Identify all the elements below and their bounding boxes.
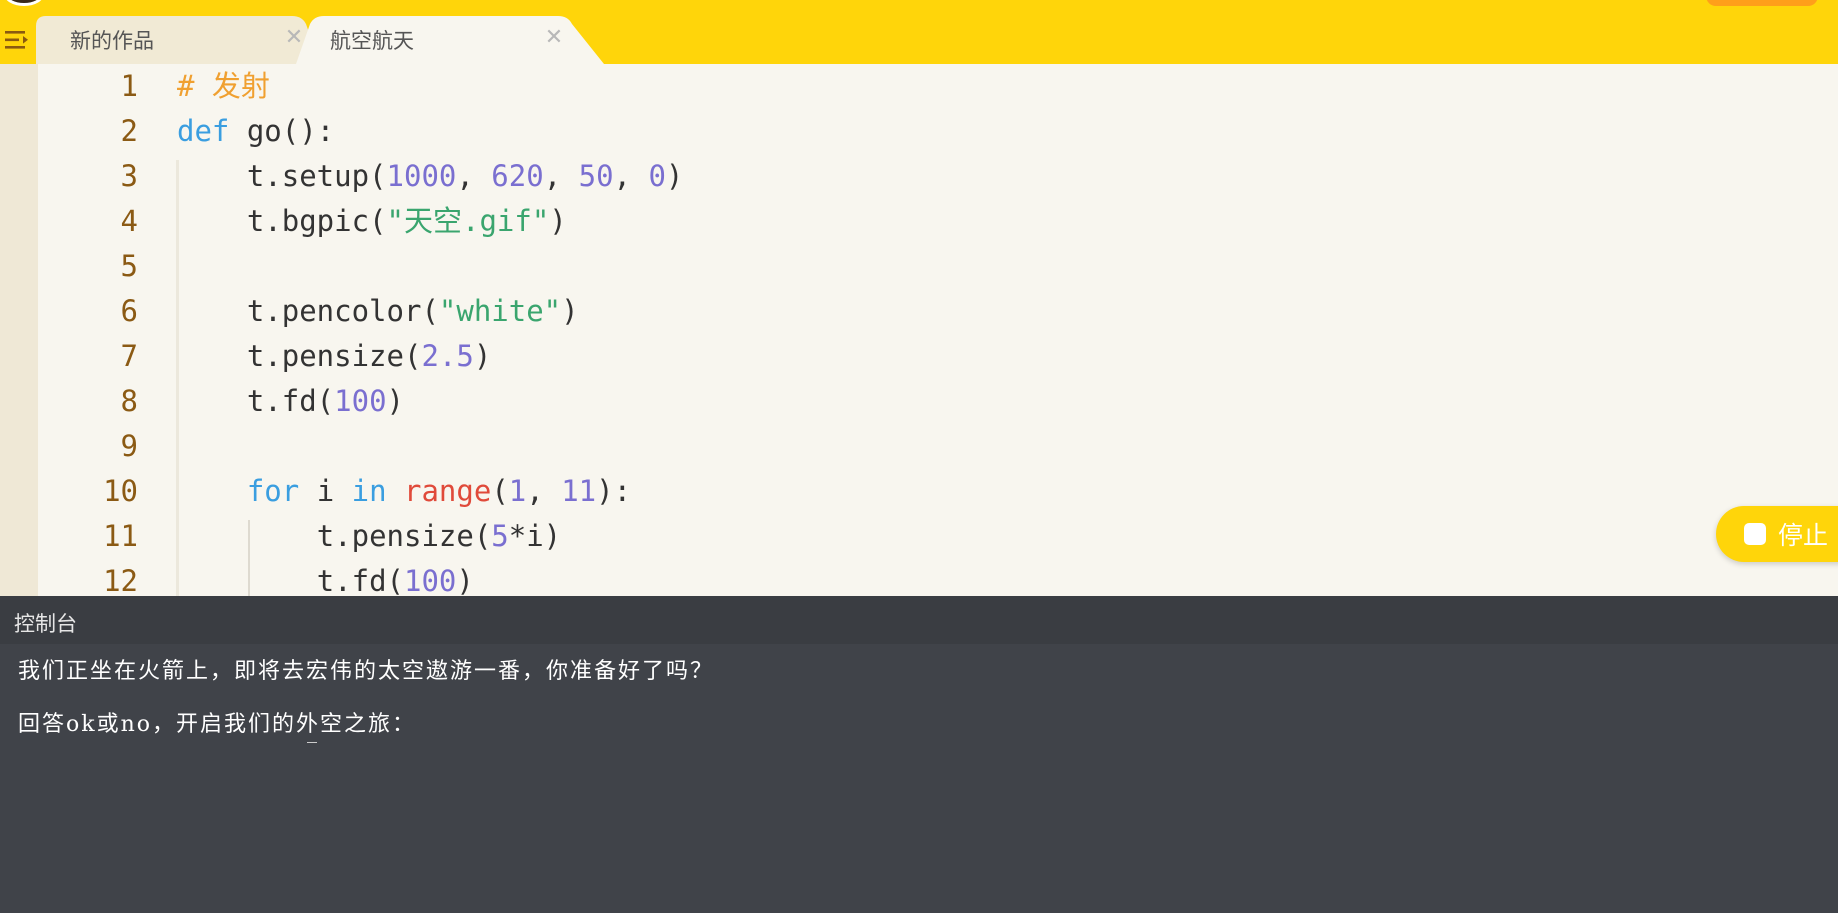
- line-number: 1: [120, 69, 138, 103]
- line-number: 5: [120, 249, 138, 283]
- code-keyword: def: [177, 114, 230, 148]
- code-text: ): [386, 384, 405, 418]
- line-number: 7: [120, 339, 138, 373]
- console-line: 回答ok或no，开启我们的外空之旅：: [18, 712, 416, 737]
- code-line[interactable]: def go():: [177, 109, 1838, 154]
- tab-new-work[interactable]: 新的作品 ✕: [36, 16, 320, 64]
- code-number: 11: [561, 474, 597, 508]
- console-title: 控制台: [14, 612, 77, 636]
- top-toolbar: 新的作品 ✕ 航空航天 ✕: [0, 0, 1838, 64]
- code-number: 2.5: [421, 339, 474, 373]
- code-number: 1: [508, 474, 527, 508]
- code-line[interactable]: t.pensize(5*i): [177, 514, 1838, 559]
- code-number: 50: [578, 159, 614, 193]
- tab-label: 航空航天: [330, 29, 414, 53]
- code-line[interactable]: [177, 424, 1838, 469]
- code-text: ): [561, 294, 579, 328]
- console-line: 我们正坐在火箭上，即将去宏伟的太空遨游一番，你准备好了吗？: [18, 659, 715, 684]
- code-comment: # 发射: [177, 69, 270, 103]
- code-text: ): [665, 159, 684, 193]
- stop-button-label: 停止: [1778, 521, 1829, 550]
- code-text: t.setup(: [246, 159, 387, 193]
- console-output[interactable]: 我们正坐在火箭上，即将去宏伟的太空遨游一番，你准备好了吗？ 回答ok或no，开启…: [0, 644, 1838, 913]
- tab-aerospace[interactable]: 航空航天 ✕: [296, 16, 604, 64]
- code-line[interactable]: t.pensize(2.5): [177, 334, 1838, 379]
- code-text: ):: [596, 474, 632, 508]
- code-line[interactable]: [177, 244, 1838, 289]
- code-line[interactable]: t.pencolor("white"): [177, 289, 1838, 334]
- close-icon[interactable]: ✕: [542, 26, 566, 50]
- code-builtin: range: [404, 474, 492, 508]
- code-text: *i): [508, 519, 562, 553]
- left-sidebar-strip: [0, 64, 38, 596]
- code-line[interactable]: for i in range(1, 11):: [177, 469, 1838, 514]
- code-lines[interactable]: # 发射 def go(): t.setup(1000, 620, 50, 0)…: [177, 64, 1838, 596]
- code-text: i: [299, 474, 352, 508]
- code-text: ): [456, 564, 474, 596]
- code-text: ,: [456, 159, 492, 193]
- sidebar-toggle-button[interactable]: [0, 24, 34, 56]
- line-number: 12: [103, 564, 138, 596]
- code-keyword: in: [351, 474, 387, 508]
- line-numbers: 1 2 3 4 5 6 7 8 9 10 11 12: [38, 64, 138, 596]
- line-number: 4: [120, 204, 138, 238]
- code-line[interactable]: t.fd(100): [177, 379, 1838, 424]
- line-number: 6: [120, 294, 138, 328]
- code-line[interactable]: t.bgpic("天空.gif"): [177, 199, 1838, 244]
- tab-label: 新的作品: [70, 29, 154, 53]
- code-line[interactable]: t.setup(1000, 620, 50, 0): [177, 154, 1838, 199]
- line-number: 3: [120, 159, 138, 193]
- code-text: t.pensize(: [246, 339, 422, 373]
- line-number: 11: [103, 519, 138, 553]
- line-number: 10: [103, 474, 138, 508]
- code-number: 1000: [386, 159, 457, 193]
- code-text: t.fd(: [246, 384, 335, 418]
- code-text: t.pensize(: [316, 519, 492, 553]
- code-editor[interactable]: 1 2 3 4 5 6 7 8 9 10 11 12 # 发射 def go()…: [0, 64, 1838, 596]
- code-text: ,: [613, 159, 649, 193]
- code-text: ): [549, 204, 567, 238]
- code-text: ,: [526, 474, 562, 508]
- line-number: 2: [120, 114, 138, 148]
- code-text: t.pencolor(: [246, 294, 439, 328]
- code-number: 0: [648, 159, 666, 193]
- code-text: (: [491, 474, 509, 508]
- app-logo[interactable]: [4, 0, 44, 6]
- code-line[interactable]: # 发射: [177, 64, 1838, 109]
- console-header: 控制台: [0, 596, 1838, 644]
- code-number: 100: [334, 384, 387, 418]
- code-text: ): [473, 339, 492, 373]
- code-text: go():: [229, 114, 335, 148]
- stop-square-icon: [1744, 523, 1766, 545]
- code-number: 620: [491, 159, 544, 193]
- text-cursor: [307, 742, 317, 746]
- code-keyword: for: [246, 474, 300, 508]
- code-string: "天空.gif": [386, 204, 550, 238]
- menu-collapse-icon: [5, 31, 28, 49]
- code-line[interactable]: t.fd(100): [177, 559, 1838, 596]
- code-text: t.fd(: [316, 564, 404, 596]
- code-text: t.bgpic(: [246, 204, 387, 238]
- stop-button[interactable]: 停止: [1716, 506, 1838, 562]
- line-number: 8: [120, 384, 138, 418]
- top-right-button[interactable]: [1706, 0, 1818, 6]
- code-number: 100: [404, 564, 457, 596]
- code-text: ,: [543, 159, 579, 193]
- code-string: "white": [438, 294, 562, 328]
- code-number: 5: [491, 519, 509, 553]
- line-number: 9: [120, 429, 138, 463]
